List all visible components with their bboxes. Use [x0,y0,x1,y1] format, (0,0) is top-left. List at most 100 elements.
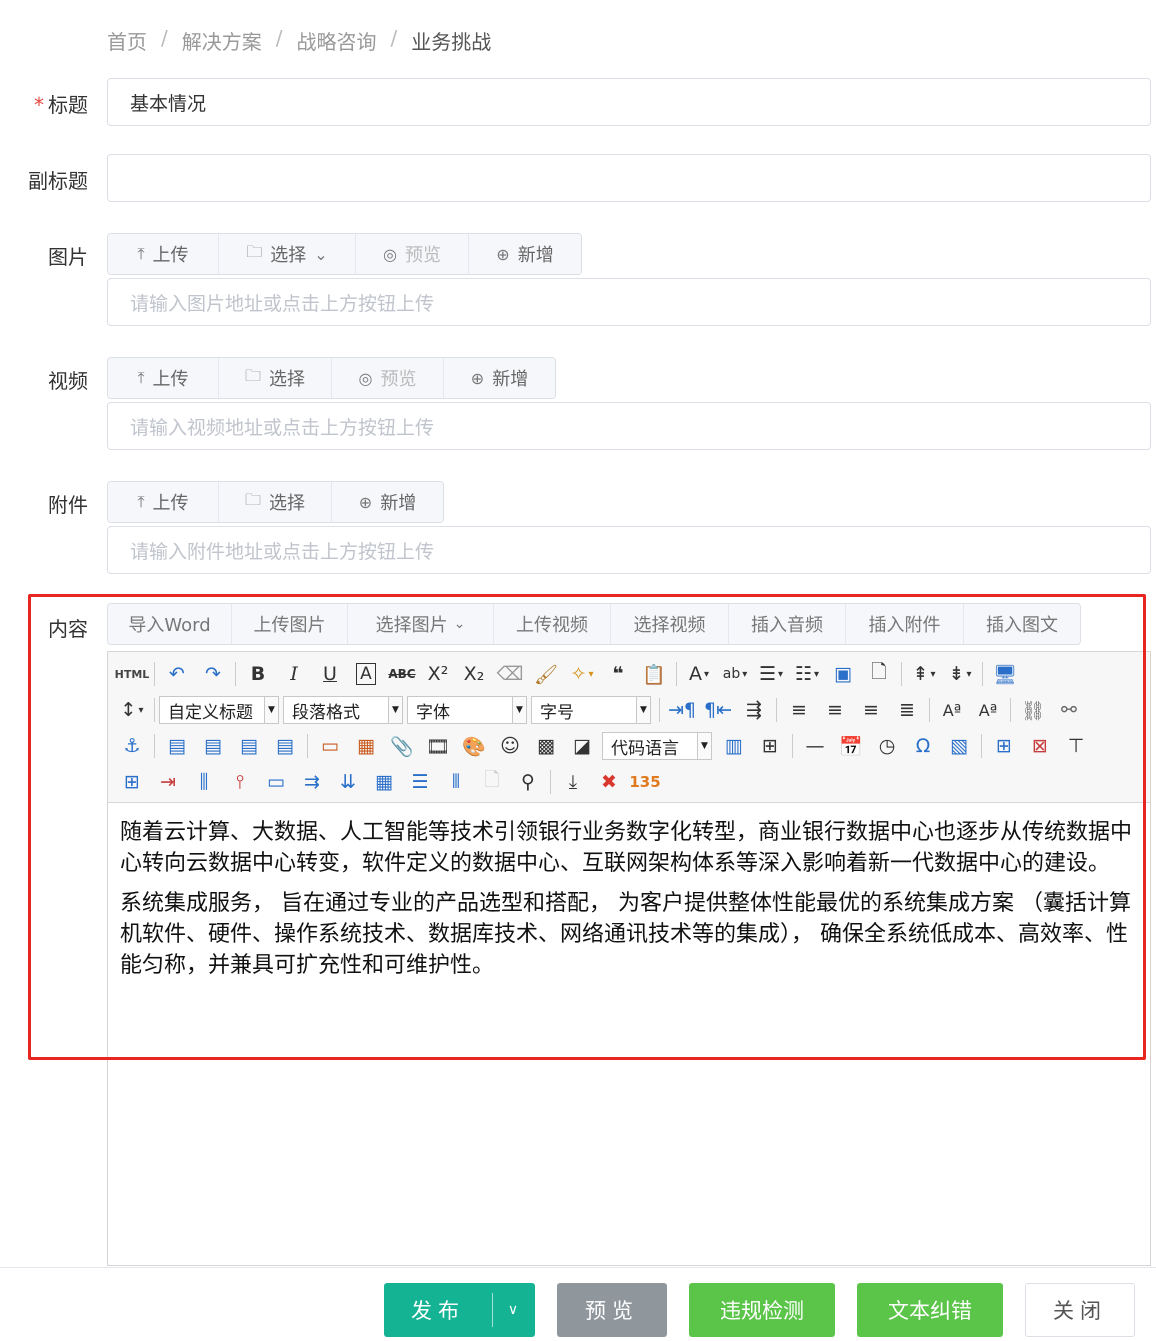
clear-doc-icon[interactable]: 🗋 [861,659,897,689]
merge-right-icon[interactable]: ⇉ [294,767,330,797]
emotion-icon[interactable]: ☺ [492,731,528,761]
insert-frame-icon[interactable]: ◪ [564,731,600,761]
attachment-add-button[interactable]: ⊕ 新增 [332,482,443,522]
redo-icon[interactable]: ↷ [195,659,231,689]
paragraph-format-select[interactable]: 段落格式 ▼ [283,696,403,724]
special-chars-icon[interactable]: Ω [905,731,941,761]
delete-row-icon[interactable]: ⇥ [150,767,186,797]
title-input[interactable]: 基本情况 [107,78,1151,126]
split-to-cells-icon[interactable]: ▦ [366,767,402,797]
video-url-input[interactable]: 请输入视频地址或点击上方按钮上传 [107,402,1151,450]
insert-paragraph-before-table-icon[interactable]: ⊤ [1058,731,1094,761]
import-word-button[interactable]: 导入Word [108,604,232,644]
select-video-button[interactable]: 选择视频 [611,604,729,644]
date-icon[interactable]: 📅 [833,731,869,761]
font-color-icon[interactable]: A ▾ [681,659,717,689]
insert-rich-media-button[interactable]: 插入图文 [964,604,1080,644]
horizontal-rule-icon[interactable]: — [797,731,833,761]
indent-icon[interactable]: ⇶ [736,695,772,725]
code-language-select[interactable]: 代码语言 ▼ [602,732,712,760]
custom-title-select[interactable]: 自定义标题 ▼ [159,696,279,724]
delete-table-icon[interactable]: ⊠ [1022,731,1058,761]
web-image-icon[interactable]: ⊞ [752,731,788,761]
time-icon[interactable]: ◷ [869,731,905,761]
insert-row-icon[interactable]: ⊞ [114,767,150,797]
image-add-button[interactable]: ⊕ 新增 [469,234,581,274]
image-select-button[interactable]: 🗀 选择 ⌄ [219,234,356,274]
breadcrumb-home[interactable]: 首页 [107,26,147,55]
search-replace-icon[interactable]: ⚲ [510,767,546,797]
upload-image-button[interactable]: 上传图片 [232,604,348,644]
multi-image-icon[interactable]: ▦ [348,731,384,761]
background-icon[interactable]: ▩ [528,731,564,761]
align-right-icon[interactable]: ≡ [853,695,889,725]
ordered-list-icon[interactable]: ☰ ▾ [753,659,789,689]
image-float-none-icon[interactable]: ▤ [159,731,195,761]
align-justify-icon[interactable]: ≣ [889,695,925,725]
html-source-icon[interactable]: HTML [114,659,150,689]
text-correction-button[interactable]: 文本纠错 [857,1283,1003,1337]
video-icon[interactable]: 🎞 [420,731,456,761]
subscript-icon[interactable]: X₂ [456,659,492,689]
breadcrumb-solutions[interactable]: 解决方案 [182,26,262,55]
font-size-select[interactable]: 字号 ▼ [531,696,651,724]
subtitle-input[interactable] [107,154,1151,202]
image-url-input[interactable]: 请输入图片地址或点击上方按钮上传 [107,278,1151,326]
select-all-icon[interactable]: ▣ [825,659,861,689]
eraser-icon[interactable]: ⌫ [492,659,528,689]
compliance-check-button[interactable]: 违规检测 [689,1283,835,1337]
word-image-icon[interactable]: ▧ [941,731,977,761]
unlink-icon[interactable]: ⚯ [1051,695,1087,725]
attachment-select-button[interactable]: 🗀 选择 [219,482,332,522]
chevron-down-icon[interactable]: ∨ [493,1302,535,1318]
underline-icon[interactable]: U [312,659,348,689]
xiumi-icon[interactable]: ✖ [591,767,627,797]
print-icon[interactable]: 🗋 [474,767,510,797]
attachment-url-input[interactable]: 请输入附件地址或点击上方按钮上传 [107,526,1151,574]
undo-icon[interactable]: ↶ [159,659,195,689]
delete-col-icon[interactable]: ⫯ [222,767,258,797]
select-image-button[interactable]: 选择图片 ⌄ [348,604,494,644]
template-icon[interactable]: ▥ [716,731,752,761]
insert-audio-button[interactable]: 插入音频 [729,604,846,644]
135-editor-icon[interactable]: 135 [627,767,663,797]
attachment-upload-button[interactable]: ⤒ 上传 [108,482,219,522]
format-brush-icon[interactable]: 🖌 [528,659,564,689]
align-center-icon[interactable]: ≡ [817,695,853,725]
uppercase-icon[interactable]: Aª [934,695,970,725]
bold-icon[interactable]: B [240,659,276,689]
anchor-icon[interactable]: ⚓ [114,731,150,761]
upload-video-button[interactable]: 上传视频 [494,604,611,644]
italic-icon[interactable]: I [276,659,312,689]
superscript-icon[interactable]: X² [420,659,456,689]
insert-attachment-button[interactable]: 插入附件 [846,604,964,644]
attachment-icon[interactable]: 📎 [384,731,420,761]
preview-button[interactable]: 预览 [557,1283,667,1337]
scrawl-icon[interactable]: 🎨 [456,731,492,761]
ltr-icon[interactable]: ⇥¶ [664,695,700,725]
row-spacing-top-icon[interactable]: ⇞ ▾ [906,659,942,689]
simple-upload-icon[interactable]: ▭ [312,731,348,761]
video-add-button[interactable]: ⊕ 新增 [444,358,555,398]
unordered-list-icon[interactable]: ☷ ▾ [789,659,825,689]
insert-col-icon[interactable]: ⫼ [186,767,222,797]
video-select-button[interactable]: 🗀 选择 [219,358,332,398]
split-to-cols-icon[interactable]: ⫴ [438,767,474,797]
font-border-icon[interactable]: A [348,659,384,689]
rtl-icon[interactable]: ¶⇤ [700,695,736,725]
image-float-left-icon[interactable]: ▤ [195,731,231,761]
font-family-select[interactable]: 字体 ▼ [407,696,527,724]
lowercase-icon[interactable]: Aª [970,695,1006,725]
highlight-color-icon[interactable]: ab ▾ [717,659,753,689]
publish-button[interactable]: 发布 ∨ [384,1283,535,1337]
blockquote-icon[interactable]: ❝ [600,659,636,689]
merge-down-icon[interactable]: ⇊ [330,767,366,797]
merge-cells-icon[interactable]: ▭ [258,767,294,797]
split-to-rows-icon[interactable]: ☰ [402,767,438,797]
paste-plain-icon[interactable]: 📋 [636,659,672,689]
video-preview-button[interactable]: ◎ 预览 [332,358,444,398]
auto-format-icon[interactable]: ✧ ▾ [564,659,600,689]
image-upload-button[interactable]: ⤒ 上传 [108,234,219,274]
image-preview-button[interactable]: ◎ 预览 [356,234,469,274]
image-float-right-icon[interactable]: ▤ [231,731,267,761]
